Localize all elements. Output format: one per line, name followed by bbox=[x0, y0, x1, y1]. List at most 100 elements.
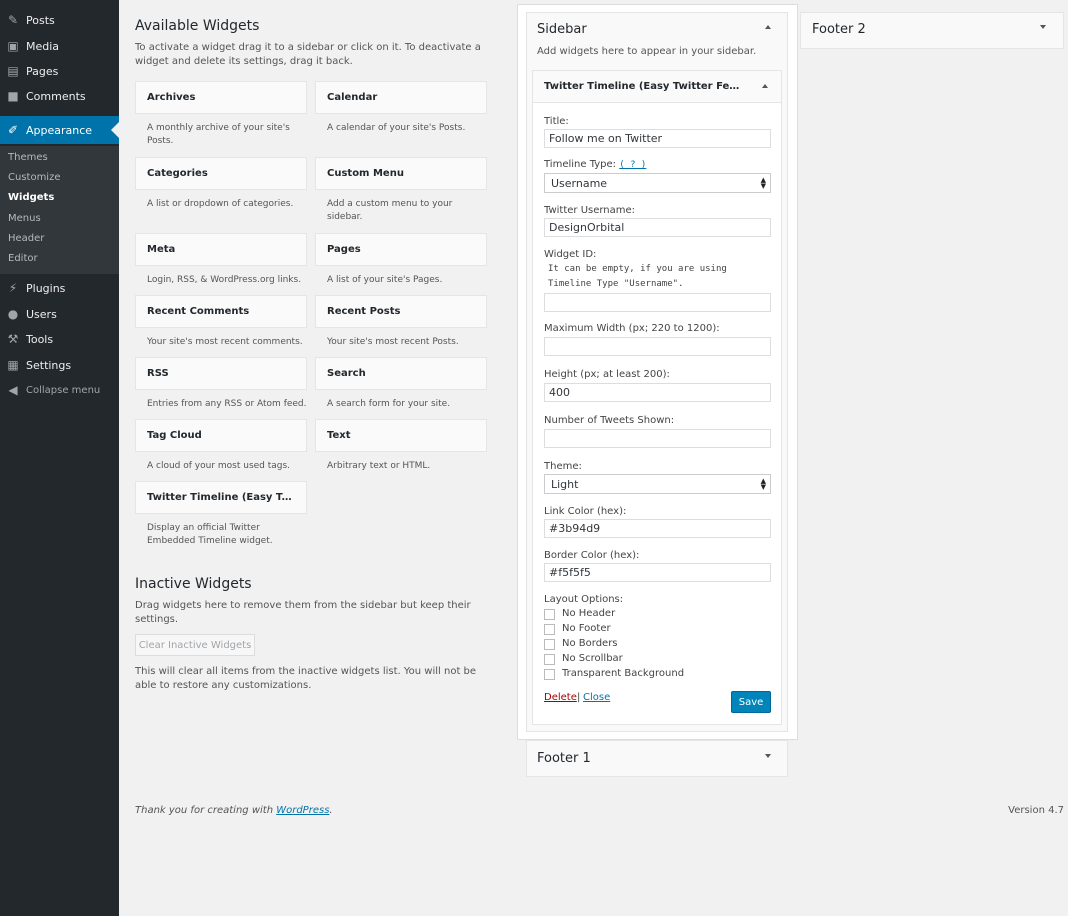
theme-select[interactable]: Light ▲ ▼ bbox=[544, 474, 771, 494]
submenu-editor[interactable]: Editor bbox=[8, 253, 38, 264]
clear-inactive-widgets-button[interactable]: Clear Inactive Widgets bbox=[135, 634, 255, 656]
footer-1-toggle-icon[interactable] bbox=[765, 754, 771, 758]
wordpress-link[interactable]: WordPress bbox=[276, 805, 329, 816]
footer-1-title[interactable]: Footer 1 bbox=[537, 751, 591, 766]
user-icon: ● bbox=[7, 307, 19, 321]
active-arrow bbox=[111, 122, 119, 138]
widget-recent-comments[interactable]: Recent Comments bbox=[135, 295, 307, 328]
no-borders-checkbox[interactable] bbox=[544, 639, 555, 650]
title-input[interactable]: Follow me on Twitter bbox=[544, 129, 771, 148]
widget-desc: A search form for your site. bbox=[327, 399, 451, 409]
submenu-customize[interactable]: Customize bbox=[8, 172, 61, 183]
menu-plugins[interactable]: ⚡ Plugins bbox=[0, 278, 119, 298]
widget-calendar[interactable]: Calendar bbox=[315, 81, 487, 114]
height-input[interactable]: 400 bbox=[544, 383, 771, 402]
layout-options-label: Layout Options: bbox=[544, 594, 624, 605]
widget-search[interactable]: Search bbox=[315, 357, 487, 390]
wrench-icon: ⚒ bbox=[7, 332, 19, 346]
widget-desc: A monthly archive of your site's Posts. bbox=[147, 123, 290, 146]
submenu-widgets[interactable]: Widgets bbox=[8, 192, 54, 203]
border-color-input[interactable]: #f5f5f5 bbox=[544, 563, 771, 582]
menu-users[interactable]: ● Users bbox=[0, 304, 119, 324]
widget-desc: A list or dropdown of categories. bbox=[147, 199, 294, 209]
widget-desc: Display an official Twitter Embedded Tim… bbox=[147, 523, 273, 546]
clear-inactive-note: This will clear all items from the inact… bbox=[135, 666, 477, 691]
menu-label: Users bbox=[26, 307, 57, 321]
save-button[interactable]: Save bbox=[731, 691, 771, 713]
close-link[interactable]: Close bbox=[583, 692, 610, 703]
height-label: Height (px; at least 200): bbox=[544, 369, 670, 380]
menu-appearance[interactable]: ✐ Appearance bbox=[0, 116, 119, 144]
no-header-checkbox[interactable] bbox=[544, 609, 555, 620]
menu-media[interactable]: ▣ Media bbox=[0, 36, 119, 56]
widget-custom-menu[interactable]: Custom Menu bbox=[315, 157, 487, 190]
available-widgets-desc: To activate a widget drag it to a sideba… bbox=[135, 42, 481, 67]
sidebar-toggle-icon[interactable] bbox=[765, 25, 771, 29]
comment-icon: ■ bbox=[7, 89, 19, 103]
theme-value: Light bbox=[551, 477, 579, 491]
widget-id-input[interactable] bbox=[544, 293, 771, 312]
twitter-username-label: Twitter Username: bbox=[544, 205, 636, 216]
widget-desc: Add a custom menu to your sidebar. bbox=[327, 199, 453, 222]
available-widgets-title: Available Widgets bbox=[135, 18, 260, 34]
twitter-username-input[interactable]: DesignOrbital bbox=[544, 218, 771, 237]
widget-meta[interactable]: Meta bbox=[135, 233, 307, 266]
page-icon: ▤ bbox=[7, 64, 19, 78]
border-color-label: Border Color (hex): bbox=[544, 550, 640, 561]
widget-twitter-timeline[interactable]: Twitter Timeline (Easy Twitter Feed Widg… bbox=[135, 481, 307, 514]
sidebar-title[interactable]: Sidebar bbox=[537, 22, 587, 37]
menu-settings[interactable]: ▦ Settings bbox=[0, 355, 119, 375]
transparent-background-checkbox[interactable] bbox=[544, 669, 555, 680]
widget-desc: A cloud of your most used tags. bbox=[147, 461, 291, 471]
footer-2-title[interactable]: Footer 2 bbox=[812, 22, 866, 37]
select-arrows-icon: ▲ ▼ bbox=[760, 176, 766, 190]
widget-desc: A list of your site's Pages. bbox=[327, 275, 443, 285]
widget-text[interactable]: Text bbox=[315, 419, 487, 452]
footer-thanks-prefix: Thank you for creating with bbox=[135, 805, 277, 816]
widget-title: Text bbox=[327, 430, 351, 441]
widget-tag-cloud[interactable]: Tag Cloud bbox=[135, 419, 307, 452]
widget-title: Pages bbox=[327, 244, 361, 255]
widget-title: Recent Posts bbox=[327, 306, 401, 317]
menu-tools[interactable]: ⚒ Tools bbox=[0, 329, 119, 349]
delete-link[interactable]: Delete bbox=[544, 692, 577, 703]
menu-comments[interactable]: ■ Comments bbox=[0, 86, 119, 106]
appearance-submenu: Themes Customize Widgets Menus Header Ed… bbox=[0, 146, 119, 274]
submenu-menus[interactable]: Menus bbox=[8, 213, 41, 224]
link-color-input[interactable]: #3b94d9 bbox=[544, 519, 771, 538]
version-text: Version 4.7 bbox=[1008, 805, 1064, 816]
max-width-input[interactable] bbox=[544, 337, 771, 356]
widget-title: Tag Cloud bbox=[147, 430, 202, 441]
widget-rss[interactable]: RSS bbox=[135, 357, 307, 390]
timeline-type-label: Timeline Type: ( ? ) bbox=[544, 159, 646, 170]
widget-desc: Login, RSS, & WordPress.org links. bbox=[147, 275, 302, 285]
twitter-widget-title: Twitter Timeline (Easy Twitter Feed Widg… bbox=[544, 81, 744, 92]
widget-categories[interactable]: Categories bbox=[135, 157, 307, 190]
twitter-widget-header[interactable]: Twitter Timeline (Easy Twitter Feed Widg… bbox=[532, 70, 782, 103]
menu-posts[interactable]: ✎ Posts bbox=[0, 10, 119, 30]
widget-archives[interactable]: Archives bbox=[135, 81, 307, 114]
no-footer-checkbox[interactable] bbox=[544, 624, 555, 635]
title-label: Title: bbox=[544, 116, 569, 127]
widget-collapse-icon[interactable] bbox=[762, 84, 768, 88]
pin-icon: ✎ bbox=[7, 13, 19, 27]
collapse-icon: ◀ bbox=[8, 383, 18, 397]
widget-pages[interactable]: Pages bbox=[315, 233, 487, 266]
menu-pages[interactable]: ▤ Pages bbox=[0, 61, 119, 81]
footer-2-toggle-icon[interactable] bbox=[1040, 25, 1046, 29]
select-arrows-icon: ▲ ▼ bbox=[760, 477, 766, 491]
widget-recent-posts[interactable]: Recent Posts bbox=[315, 295, 487, 328]
timeline-type-text: Timeline Type: bbox=[544, 159, 617, 170]
no-scrollbar-checkbox[interactable] bbox=[544, 654, 555, 665]
brush-icon: ✐ bbox=[7, 123, 19, 137]
widget-desc: Your site's most recent comments. bbox=[147, 337, 303, 347]
widget-title: Custom Menu bbox=[327, 168, 404, 179]
media-icon: ▣ bbox=[7, 39, 19, 53]
tweets-shown-input[interactable] bbox=[544, 429, 771, 448]
collapse-menu-button[interactable]: ◀ Collapse menu bbox=[0, 380, 119, 400]
submenu-header[interactable]: Header bbox=[8, 233, 44, 244]
widget-title: Search bbox=[327, 368, 366, 379]
timeline-type-select[interactable]: Username ▲ ▼ bbox=[544, 173, 771, 193]
timeline-type-help-link[interactable]: ( ? ) bbox=[619, 160, 646, 170]
submenu-themes[interactable]: Themes bbox=[8, 152, 48, 163]
